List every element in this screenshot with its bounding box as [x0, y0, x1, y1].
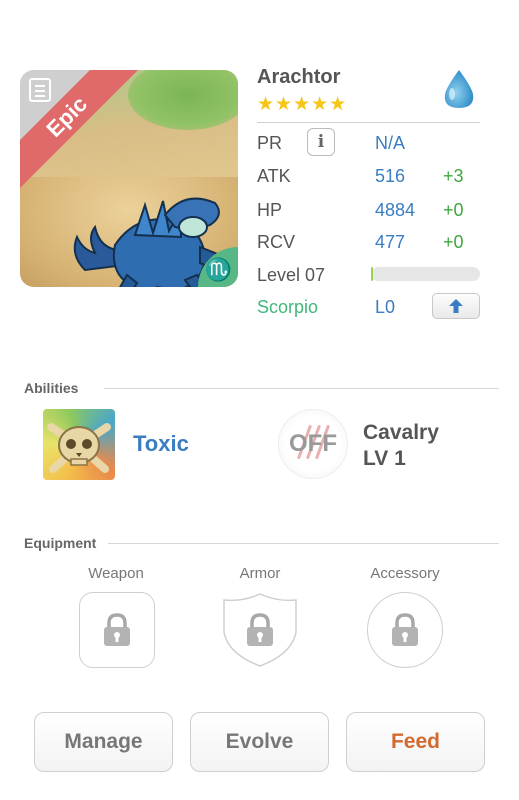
level-progress-bar	[371, 267, 480, 281]
monster-name: Arachtor	[257, 66, 341, 88]
background-grass	[128, 70, 238, 130]
level-label: Level 07	[257, 264, 326, 285]
star-rating: ★★★★★	[257, 94, 348, 115]
lock-icon	[247, 613, 273, 646]
accessory-slot-label: Accessory	[370, 565, 440, 582]
armor-slot-label: Armor	[239, 565, 281, 582]
weapon-slot-label: Weapon	[88, 565, 144, 582]
stat-label-atk: ATK	[257, 165, 291, 186]
lock-icon	[104, 613, 130, 646]
arrow-up-icon	[449, 299, 463, 313]
active-ability-name[interactable]: Toxic	[133, 431, 189, 457]
equipment-heading: Equipment	[24, 535, 97, 551]
stat-bonus-hp: +0	[443, 199, 464, 220]
passive-ability-icon[interactable]: OFF	[278, 409, 348, 479]
codex-icon[interactable]	[29, 78, 51, 102]
manage-button[interactable]: Manage	[34, 712, 173, 772]
stat-value-pr: N/A	[375, 132, 406, 153]
stat-label-hp: HP	[257, 199, 283, 220]
passive-ability-name: Cavalry	[363, 421, 439, 444]
stat-row-hp: HP 4884 +0	[257, 196, 464, 224]
water-drop-icon	[444, 70, 474, 108]
toxic-ability-icon[interactable]	[43, 409, 115, 480]
stat-value-rcv: 477	[375, 231, 406, 252]
passive-ability-info[interactable]: Cavalry LV 1	[363, 420, 439, 472]
header-divider	[257, 122, 480, 123]
abilities-divider	[104, 388, 499, 389]
stat-value-hp: 4884	[375, 199, 416, 220]
passive-ability-level: LV 1	[363, 447, 406, 470]
sign-levelup-button[interactable]	[432, 293, 480, 319]
stat-row-pr: PR N/A	[257, 129, 443, 157]
armor-slot[interactable]	[222, 592, 298, 668]
accessory-slot[interactable]	[367, 592, 443, 668]
feed-button[interactable]: Feed	[346, 712, 485, 772]
stat-label-rcv: RCV	[257, 231, 296, 252]
stat-row-level: Level 07	[257, 261, 375, 289]
stat-bonus-rcv: +0	[443, 231, 464, 252]
monster-portrait[interactable]: Epic ♏	[20, 70, 238, 287]
abilities-heading: Abilities	[24, 380, 79, 396]
zodiac-sign-label: Scorpio	[257, 296, 319, 317]
passive-ability-state: OFF	[289, 430, 337, 457]
weapon-slot[interactable]	[79, 592, 155, 668]
stat-bonus-atk: +3	[443, 165, 464, 186]
stat-value-atk: 516	[375, 165, 406, 186]
equipment-divider	[108, 543, 499, 544]
level-progress-fill	[371, 267, 374, 281]
stat-row-atk: ATK 516 +3	[257, 162, 464, 190]
evolve-button[interactable]: Evolve	[190, 712, 329, 772]
lock-icon	[392, 613, 418, 646]
stat-row-sign: Scorpio L0	[257, 293, 443, 321]
stat-row-rcv: RCV 477 +0	[257, 228, 464, 256]
pr-info-button[interactable]: i	[307, 128, 335, 156]
skull-icon	[47, 423, 111, 473]
